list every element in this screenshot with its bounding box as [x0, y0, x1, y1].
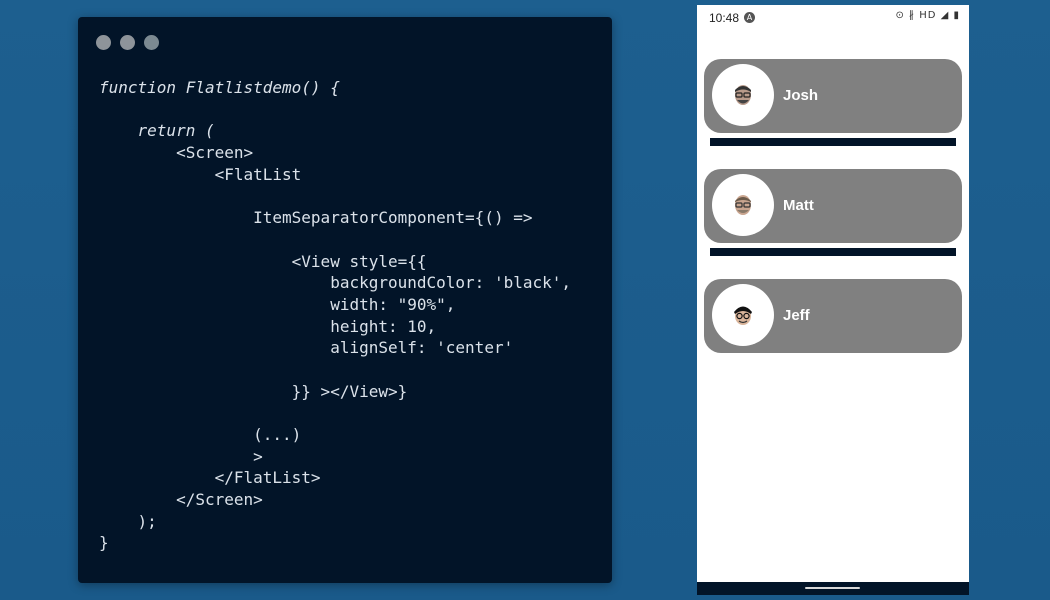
code-line: alignSelf: 'center'	[99, 338, 514, 358]
code-line: >	[99, 446, 263, 466]
navigation-bar	[697, 582, 969, 595]
item-name: Josh	[783, 87, 819, 104]
code-line: height: 10,	[99, 316, 437, 336]
phone-screen: 10:48 A ⊙ ∦ HD ◢ ▮ Josh Matt Jeff	[697, 5, 969, 595]
code-line: );	[99, 511, 157, 531]
item-separator	[710, 248, 956, 256]
item-name: Jeff	[783, 307, 810, 324]
code-line: <FlatList	[99, 164, 302, 184]
code-line: </Screen>	[99, 490, 263, 510]
app-notification-icon: A	[744, 12, 755, 23]
code-line: }} ></View>}	[99, 381, 408, 401]
code-line: (...)	[99, 425, 302, 444]
status-time: 10:48	[709, 11, 740, 25]
code-line: </FlatList>	[99, 468, 321, 488]
close-dot-icon	[96, 35, 111, 50]
memoji-jeff-icon	[734, 306, 752, 325]
code-line: <Screen>	[99, 143, 254, 163]
list-item[interactable]: Josh	[704, 59, 962, 133]
avatar	[712, 64, 774, 126]
item-separator	[710, 138, 956, 146]
item-name: Matt	[783, 197, 814, 214]
home-handle[interactable]	[805, 587, 860, 589]
memoji-josh-icon	[735, 85, 751, 105]
maximize-dot-icon	[144, 35, 159, 50]
code-block: function Flatlistdemo() { return ( <Scre…	[99, 77, 571, 554]
window-controls	[96, 35, 159, 50]
avatar	[712, 284, 774, 346]
code-line: ItemSeparatorComponent={() =>	[99, 208, 533, 228]
code-line: function Flatlistdemo() {	[99, 78, 340, 97]
status-icons: ⊙ ∦ HD ◢ ▮	[895, 10, 960, 21]
list-item[interactable]: Jeff	[704, 279, 962, 353]
code-line: return (	[99, 121, 215, 141]
status-bar: 10:48 A ⊙ ∦ HD ◢ ▮	[697, 5, 969, 32]
code-line: }	[99, 533, 109, 553]
minimize-dot-icon	[120, 35, 135, 50]
code-line: <View style={{	[99, 251, 427, 271]
code-line: backgroundColor: 'black',	[99, 273, 572, 293]
list-item[interactable]: Matt	[704, 169, 962, 243]
code-line: width: "90%",	[99, 294, 456, 314]
memoji-matt-icon	[735, 195, 751, 215]
avatar	[712, 174, 774, 236]
code-window: function Flatlistdemo() { return ( <Scre…	[78, 17, 612, 583]
